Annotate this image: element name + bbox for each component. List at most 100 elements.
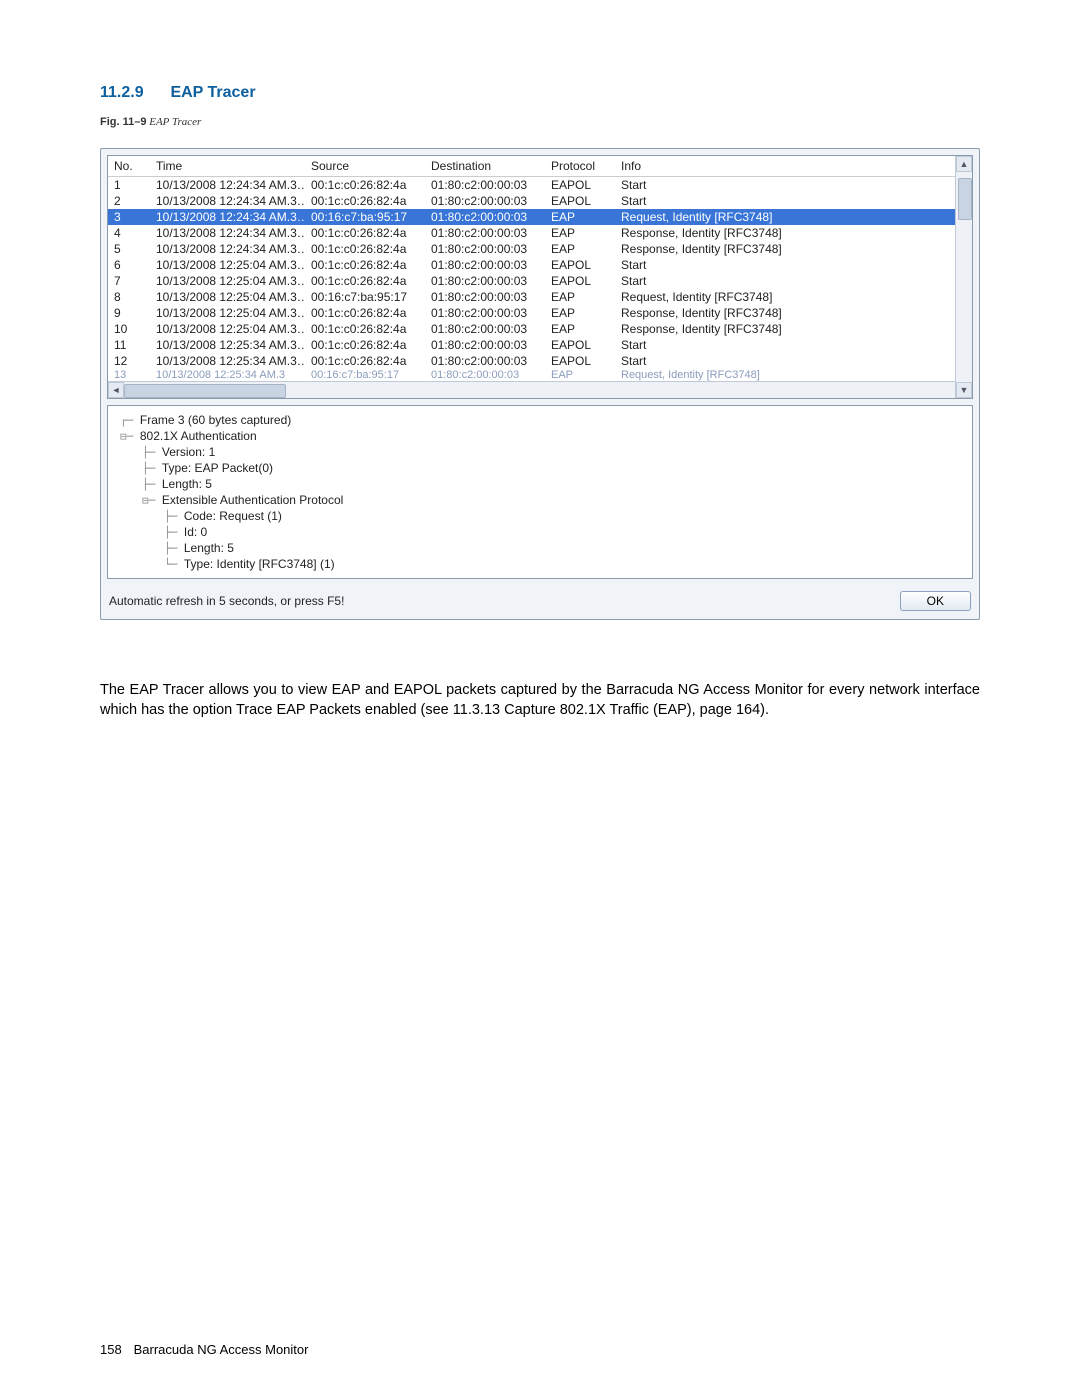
cell-info: Start (615, 337, 956, 353)
tree-node[interactable]: ┌─ Frame 3 (60 bytes captured) (116, 412, 964, 428)
cell-time: 10/13/2008 12:24:34 AM.3… (150, 193, 305, 209)
cell-dst: 01:80:c2:00:00:03 (425, 353, 545, 369)
hscroll-thumb[interactable] (124, 384, 286, 398)
tree-node-label: Id: 0 (184, 525, 207, 539)
cell-info: Response, Identity [RFC3748] (615, 321, 956, 337)
cell-dst: 01:80:c2:00:00:03 (425, 289, 545, 305)
table-row[interactable]: 110/13/2008 12:24:34 AM.3…00:1c:c0:26:82… (108, 177, 972, 194)
table-row[interactable]: 510/13/2008 12:24:34 AM.3…00:1c:c0:26:82… (108, 241, 972, 257)
cell-proto: EAP (545, 369, 615, 381)
tree-node-label: 802.1X Authentication (140, 429, 257, 443)
cell-no: 7 (108, 273, 150, 289)
cell-time: 10/13/2008 12:25:04 AM.3… (150, 305, 305, 321)
body-paragraph: The EAP Tracer allows you to view EAP an… (100, 680, 980, 721)
col-header-no[interactable]: No. (108, 156, 150, 177)
table-row[interactable]: 810/13/2008 12:25:04 AM.3…00:16:c7:ba:95… (108, 289, 972, 305)
cell-src: 00:1c:c0:26:82:4a (305, 257, 425, 273)
cell-dst: 01:80:c2:00:00:03 (425, 257, 545, 273)
tree-node[interactable]: ├─ Type: EAP Packet(0) (116, 460, 964, 476)
table-row-partial[interactable]: 1310/13/2008 12:25:34 AM.300:16:c7:ba:95… (108, 369, 972, 381)
tree-node[interactable]: ⊟─ Extensible Authentication Protocol (116, 492, 964, 508)
table-row[interactable]: 1210/13/2008 12:25:34 AM.3…00:1c:c0:26:8… (108, 353, 972, 369)
cell-time: 10/13/2008 12:24:34 AM.3… (150, 209, 305, 225)
table-row[interactable]: 310/13/2008 12:24:34 AM.3…00:16:c7:ba:95… (108, 209, 972, 225)
scroll-up-icon[interactable]: ▲ (956, 156, 972, 172)
cell-time: 10/13/2008 12:25:34 AM.3… (150, 337, 305, 353)
tree-node-label: Code: Request (1) (184, 509, 282, 523)
figure-label: Fig. 11–9 (100, 116, 146, 128)
section-title: EAP Tracer (170, 84, 255, 101)
col-header-protocol[interactable]: Protocol (545, 156, 615, 177)
packet-detail-tree[interactable]: ┌─ Frame 3 (60 bytes captured)⊟─ 802.1X … (107, 405, 973, 579)
cell-src: 00:16:c7:ba:95:17 (305, 289, 425, 305)
cell-dst: 01:80:c2:00:00:03 (425, 321, 545, 337)
tree-node[interactable]: ├─ Id: 0 (116, 524, 964, 540)
tree-branch-icon: ├─ (164, 526, 184, 539)
cell-dst: 01:80:c2:00:00:03 (425, 305, 545, 321)
col-header-destination[interactable]: Destination (425, 156, 545, 177)
tree-node[interactable]: └─ Type: Identity [RFC3748] (1) (116, 556, 964, 572)
tree-node-label: Type: EAP Packet(0) (162, 461, 273, 475)
cell-info: Start (615, 193, 956, 209)
col-header-source[interactable]: Source (305, 156, 425, 177)
cell-dst: 01:80:c2:00:00:03 (425, 369, 545, 381)
col-header-info[interactable]: Info (615, 156, 956, 177)
scroll-down-icon[interactable]: ▼ (956, 382, 972, 398)
cell-info: Start (615, 257, 956, 273)
tree-node[interactable]: ├─ Version: 1 (116, 444, 964, 460)
packet-list-pane: No. Time Source Destination Protocol Inf… (107, 155, 973, 399)
table-row[interactable]: 610/13/2008 12:25:04 AM.3…00:1c:c0:26:82… (108, 257, 972, 273)
cell-no: 12 (108, 353, 150, 369)
figure-caption: Fig. 11–9 EAP Tracer (100, 116, 980, 128)
cell-time: 10/13/2008 12:24:34 AM.3… (150, 241, 305, 257)
cell-src: 00:1c:c0:26:82:4a (305, 305, 425, 321)
cell-no: 9 (108, 305, 150, 321)
table-row[interactable]: 210/13/2008 12:24:34 AM.3…00:1c:c0:26:82… (108, 193, 972, 209)
cell-src: 00:1c:c0:26:82:4a (305, 321, 425, 337)
table-row[interactable]: 1110/13/2008 12:25:34 AM.3…00:1c:c0:26:8… (108, 337, 972, 353)
ok-button[interactable]: OK (900, 591, 971, 611)
cell-proto: EAPOL (545, 273, 615, 289)
cell-info: Request, Identity [RFC3748] (615, 289, 956, 305)
tree-node-label: Extensible Authentication Protocol (162, 493, 343, 507)
cell-src: 00:1c:c0:26:82:4a (305, 273, 425, 289)
packet-table[interactable]: No. Time Source Destination Protocol Inf… (108, 156, 972, 381)
tree-node[interactable]: ├─ Length: 5 (116, 540, 964, 556)
tree-node[interactable]: ├─ Code: Request (1) (116, 508, 964, 524)
table-row[interactable]: 410/13/2008 12:24:34 AM.3…00:1c:c0:26:82… (108, 225, 972, 241)
cell-time: 10/13/2008 12:25:34 AM.3… (150, 353, 305, 369)
cell-proto: EAP (545, 305, 615, 321)
cell-src: 00:1c:c0:26:82:4a (305, 177, 425, 194)
cell-time: 10/13/2008 12:24:34 AM.3… (150, 225, 305, 241)
cell-proto: EAP (545, 209, 615, 225)
cell-time: 10/13/2008 12:25:04 AM.3… (150, 321, 305, 337)
table-row[interactable]: 710/13/2008 12:25:04 AM.3…00:1c:c0:26:82… (108, 273, 972, 289)
cell-info: Start (615, 273, 956, 289)
tree-node[interactable]: ⊟─ 802.1X Authentication (116, 428, 964, 444)
table-row[interactable]: 1010/13/2008 12:25:04 AM.3…00:1c:c0:26:8… (108, 321, 972, 337)
vertical-scrollbar[interactable]: ▲ ▼ (955, 156, 972, 398)
tree-node-label: Type: Identity [RFC3748] (1) (184, 557, 335, 571)
tree-node-label: Version: 1 (162, 445, 215, 459)
eap-tracer-window: No. Time Source Destination Protocol Inf… (100, 148, 980, 620)
scroll-thumb[interactable] (958, 178, 972, 220)
collapse-icon[interactable]: ⊟─ (142, 494, 162, 507)
cell-no: 6 (108, 257, 150, 273)
cell-proto: EAP (545, 241, 615, 257)
cell-dst: 01:80:c2:00:00:03 (425, 241, 545, 257)
tree-node[interactable]: ├─ Length: 5 (116, 476, 964, 492)
table-header-row[interactable]: No. Time Source Destination Protocol Inf… (108, 156, 972, 177)
cell-info: Request, Identity [RFC3748] (615, 209, 956, 225)
cell-proto: EAPOL (545, 353, 615, 369)
cell-proto: EAPOL (545, 257, 615, 273)
tree-branch-icon: ├─ (142, 478, 162, 491)
col-header-time[interactable]: Time (150, 156, 305, 177)
cell-dst: 01:80:c2:00:00:03 (425, 273, 545, 289)
cell-no: 2 (108, 193, 150, 209)
horizontal-scrollbar[interactable]: ◄ ► (108, 381, 972, 398)
table-row[interactable]: 910/13/2008 12:25:04 AM.3…00:1c:c0:26:82… (108, 305, 972, 321)
scroll-left-icon[interactable]: ◄ (108, 382, 124, 398)
page-footer: 158 Barracuda NG Access Monitor (100, 1342, 308, 1357)
cell-src: 00:1c:c0:26:82:4a (305, 353, 425, 369)
collapse-icon[interactable]: ⊟─ (120, 430, 140, 443)
